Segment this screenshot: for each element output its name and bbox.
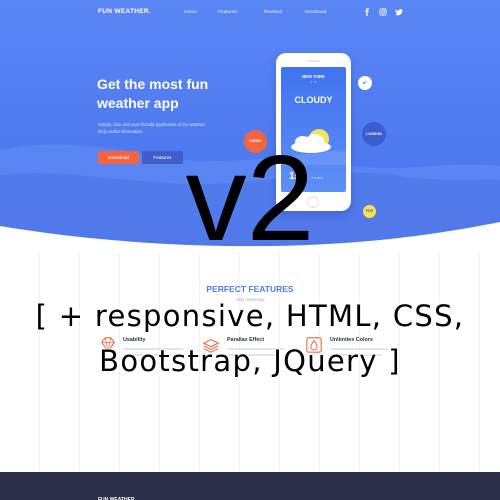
footer: FUN WEATHER. (0, 472, 500, 500)
hero-title-line-1: Get the most fun (97, 76, 209, 92)
nav-link-home[interactable]: Home (184, 10, 197, 15)
hero-title: Get the most fun weather app (97, 75, 267, 113)
brand-logo[interactable]: FUN WEATHER. (98, 8, 151, 15)
phone-subtitle: 9 ° 6 (310, 80, 317, 84)
phone-speaker (307, 60, 320, 62)
bubble-temp: 8° (358, 76, 372, 90)
facebook-icon[interactable] (363, 8, 371, 16)
phone-city: NEW YORK (302, 74, 325, 79)
nav-link-features[interactable]: Features (218, 10, 237, 15)
phone-condition: CLOUDY (294, 95, 333, 105)
tech-stack-line-1: [ + responsive, HTML, CSS, (35, 299, 465, 333)
features-title: PERFECT FEATURES (206, 284, 294, 294)
twitter-icon[interactable] (395, 8, 403, 16)
nav-link-reviews[interactable]: Reviews (264, 10, 282, 15)
hero-title-line-2: weather app (97, 95, 179, 111)
instagram-icon[interactable] (379, 8, 387, 16)
tech-stack-line-2: Bootstrap, JQuery ] (99, 344, 401, 378)
version-overlay: v2 (185, 130, 315, 266)
top-navbar: FUN WEATHER. Home Features Reviews Downl… (0, 0, 500, 26)
nav-link-download[interactable]: Download (305, 10, 326, 15)
